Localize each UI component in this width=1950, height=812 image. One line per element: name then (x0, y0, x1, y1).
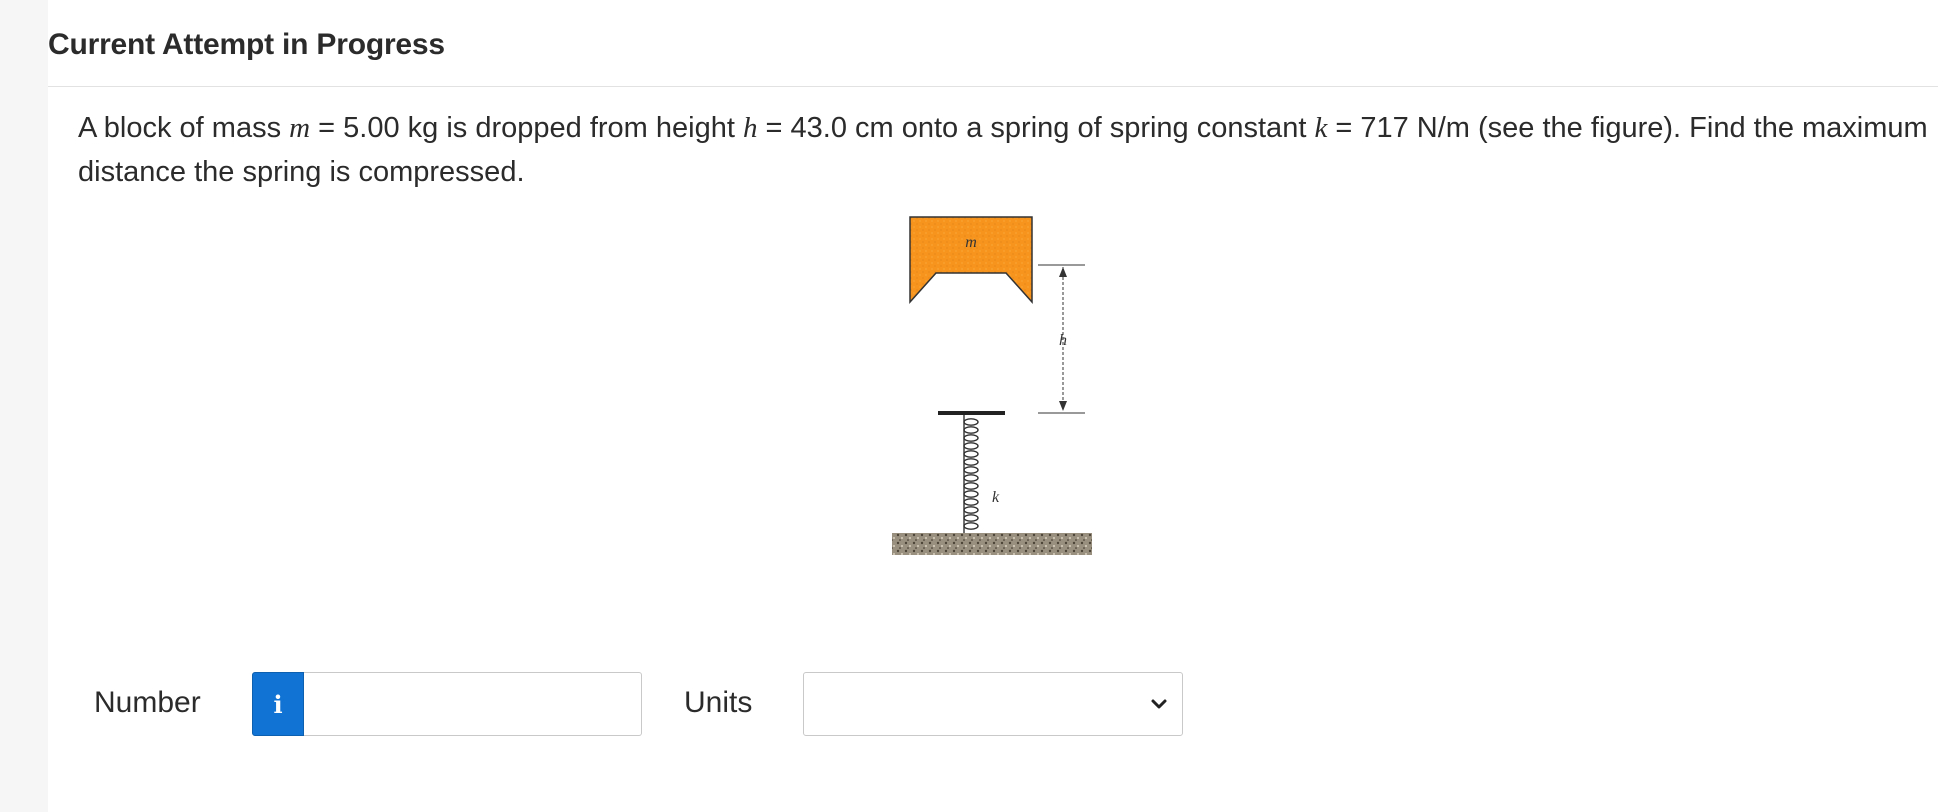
question-text: A block of mass m = 5.00 kg is dropped f… (78, 106, 1928, 194)
height-label: h (1059, 332, 1067, 349)
spring-block-figure: m h k (892, 216, 1092, 555)
number-input[interactable] (304, 672, 642, 736)
mass-block (909, 216, 1033, 304)
question-text-part: = 43.0 cm onto a spring of spring consta… (757, 112, 1315, 144)
units-label: Units (684, 686, 753, 719)
spring-constant-symbol: k (1314, 112, 1328, 144)
page-title: Current Attempt in Progress (48, 28, 445, 61)
info-button[interactable]: i (252, 672, 304, 736)
mass-symbol: m (289, 112, 311, 144)
number-label: Number (94, 686, 201, 719)
height-arrow-down (1059, 401, 1067, 411)
question-text-part: = 5.00 kg is dropped from height (310, 112, 743, 144)
header-divider (48, 86, 1938, 87)
info-icon: i (273, 689, 283, 719)
question-text-part: A block of mass (78, 112, 290, 144)
spring-coils (963, 415, 979, 535)
units-select[interactable] (803, 672, 1183, 736)
block-label: m (965, 234, 977, 251)
chevron-down-icon (1151, 699, 1167, 709)
height-arrow-up (1059, 267, 1067, 277)
left-gutter (0, 0, 47, 812)
ground (892, 533, 1092, 555)
height-symbol: h (742, 112, 758, 144)
spring-label: k (992, 489, 1000, 506)
